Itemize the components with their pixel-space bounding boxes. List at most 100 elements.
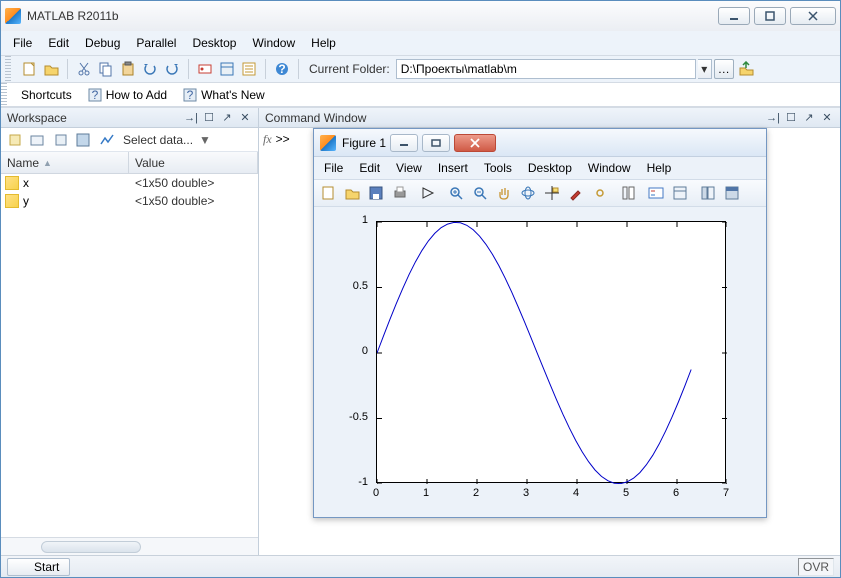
fig-menu-desktop[interactable]: Desktop [520, 159, 580, 177]
fig-menu-tools[interactable]: Tools [476, 159, 520, 177]
zoom-out-icon[interactable] [470, 183, 490, 203]
scroll-thumb[interactable] [41, 541, 141, 553]
main-toolbar: ? Current Folder: ▾ … [1, 55, 840, 83]
figure-toolbar [314, 179, 766, 207]
workspace-toolbar: Select data... ▼ [1, 128, 258, 152]
help-icon[interactable]: ? [272, 59, 292, 79]
panel-close-icon[interactable]: ✕ [820, 111, 834, 125]
folder-dropdown-button[interactable]: ▾ [698, 59, 712, 79]
zoom-in-icon[interactable] [446, 183, 466, 203]
how-to-add-link[interactable]: ? How to Add [80, 88, 175, 102]
figure-titlebar[interactable]: Figure 1 [314, 129, 766, 157]
panel-undock-icon[interactable]: ↗ [220, 111, 234, 125]
menu-edit[interactable]: Edit [40, 34, 77, 52]
save-workspace-icon[interactable] [73, 130, 93, 150]
fig-menu-edit[interactable]: Edit [351, 159, 388, 177]
ytick-label: 1 [328, 214, 368, 226]
menu-debug[interactable]: Debug [77, 34, 128, 52]
xtick-label: 6 [673, 487, 679, 499]
prompt: >> [276, 132, 290, 146]
cut-icon[interactable] [74, 59, 94, 79]
dock-figure-icon[interactable] [722, 183, 742, 203]
start-button[interactable]: Start [7, 558, 70, 576]
hide-plot-tools-icon[interactable] [670, 183, 690, 203]
whats-new-link[interactable]: ? What's New [175, 88, 273, 102]
insert-colorbar-icon[interactable] [618, 183, 638, 203]
data-cursor-icon[interactable] [542, 183, 562, 203]
menu-parallel[interactable]: Parallel [128, 34, 184, 52]
ytick-label: 0 [328, 345, 368, 357]
fig-menu-file[interactable]: File [316, 159, 351, 177]
xtick-label: 4 [573, 487, 579, 499]
table-row[interactable]: x <1x50 double> [1, 174, 258, 192]
maximize-button[interactable] [754, 7, 786, 25]
shortcuts-label: Shortcuts [13, 88, 80, 102]
panel-undock-icon[interactable]: ↗ [802, 111, 816, 125]
fx-icon: fx [263, 132, 272, 147]
fig-close-button[interactable] [454, 134, 496, 152]
menu-window[interactable]: Window [244, 34, 303, 52]
table-row[interactable]: y <1x50 double> [1, 192, 258, 210]
ytick-label: -0.5 [328, 411, 368, 423]
col-value[interactable]: Value [129, 152, 258, 173]
select-data-dropdown-icon[interactable]: ▼ [199, 133, 211, 147]
panel-restore-icon[interactable]: ☐ [784, 111, 798, 125]
workspace-scrollbar[interactable] [1, 537, 258, 555]
panel-dock-icon[interactable]: →| [184, 111, 198, 125]
current-folder-label: Current Folder: [309, 62, 390, 76]
show-plot-tools-icon[interactable] [698, 183, 718, 203]
ytick-label: -1 [328, 476, 368, 488]
plot-select-icon[interactable] [97, 130, 117, 150]
link-data-icon[interactable] [590, 183, 610, 203]
open-figure-icon[interactable] [342, 183, 362, 203]
new-figure-icon[interactable] [318, 183, 338, 203]
print-icon[interactable] [390, 183, 410, 203]
xtick-label: 1 [423, 487, 429, 499]
browse-folder-icon[interactable]: … [714, 59, 734, 79]
redo-icon[interactable] [162, 59, 182, 79]
menu-help[interactable]: Help [303, 34, 344, 52]
menu-file[interactable]: File [5, 34, 40, 52]
fig-menu-help[interactable]: Help [639, 159, 680, 177]
brush-icon[interactable] [566, 183, 586, 203]
edit-plot-icon[interactable] [418, 183, 438, 203]
current-folder-input[interactable] [396, 59, 696, 79]
xtick-label: 0 [373, 487, 379, 499]
xtick-label: 7 [723, 487, 729, 499]
pan-icon[interactable] [494, 183, 514, 203]
guide-icon[interactable] [217, 59, 237, 79]
simulink-icon[interactable] [195, 59, 215, 79]
fig-menu-insert[interactable]: Insert [430, 159, 476, 177]
main-body: Workspace →| ☐ ↗ ✕ Select data... ▼ [1, 107, 840, 555]
insert-legend-icon[interactable] [646, 183, 666, 203]
import-data-icon[interactable] [51, 130, 71, 150]
fig-minimize-button[interactable] [390, 134, 418, 152]
new-variable-icon[interactable] [5, 130, 25, 150]
panel-close-icon[interactable]: ✕ [238, 111, 252, 125]
rotate-3d-icon[interactable] [518, 183, 538, 203]
line-plot [377, 222, 727, 484]
axes[interactable] [376, 221, 726, 483]
command-window-panel: Command Window →| ☐ ↗ ✕ fx >> Figure 1 [259, 108, 840, 555]
open-selection-icon[interactable] [27, 130, 47, 150]
col-name[interactable]: Name ▲ [1, 152, 129, 173]
parent-folder-icon[interactable] [736, 59, 756, 79]
fig-menu-window[interactable]: Window [580, 159, 639, 177]
profiler-icon[interactable] [239, 59, 259, 79]
undo-icon[interactable] [140, 59, 160, 79]
figure-plot-area: -1-0.500.51 01234567 [314, 207, 766, 517]
new-file-icon[interactable] [19, 59, 39, 79]
open-file-icon[interactable] [41, 59, 61, 79]
copy-icon[interactable] [96, 59, 116, 79]
panel-dock-icon[interactable]: →| [766, 111, 780, 125]
fig-menu-view[interactable]: View [388, 159, 430, 177]
panel-restore-icon[interactable]: ☐ [202, 111, 216, 125]
statusbar: Start OVR [1, 555, 840, 577]
save-figure-icon[interactable] [366, 183, 386, 203]
paste-icon[interactable] [118, 59, 138, 79]
close-button[interactable] [790, 7, 836, 25]
matlab-logo-icon [5, 8, 21, 24]
minimize-button[interactable] [718, 7, 750, 25]
menu-desktop[interactable]: Desktop [184, 34, 244, 52]
fig-maximize-button[interactable] [422, 134, 450, 152]
